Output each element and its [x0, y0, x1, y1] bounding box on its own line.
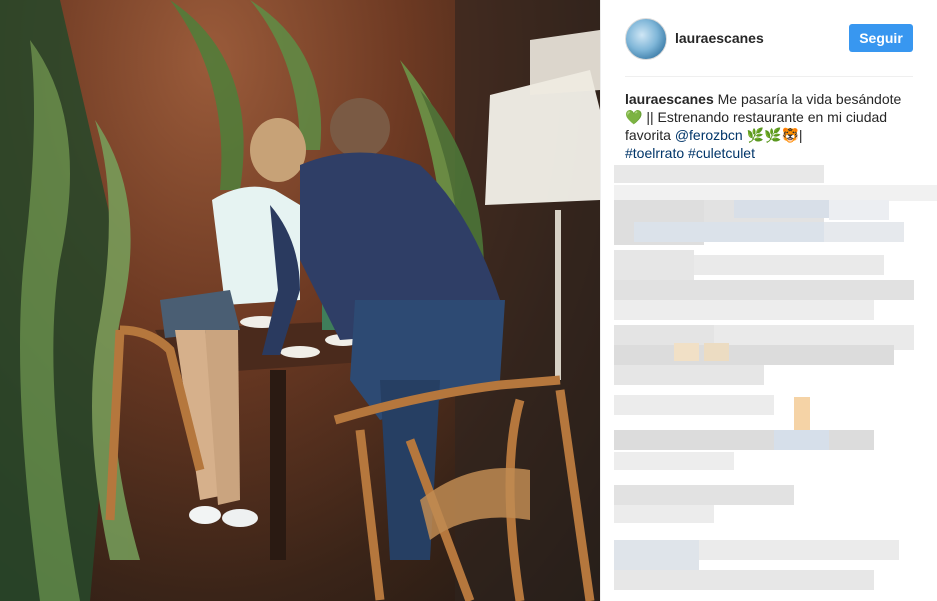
instagram-post-view: lauraescanes Seguir lauraescanes Me pasa…: [0, 0, 937, 601]
caption-username[interactable]: lauraescanes: [625, 91, 714, 107]
caption: lauraescanes Me pasaría la vida besándot…: [625, 90, 915, 162]
username[interactable]: lauraescanes: [675, 30, 764, 46]
post-photo[interactable]: [0, 0, 600, 601]
caption-emojis: 🌿🌿🐯|: [746, 127, 803, 143]
heart-emoji: 💚: [625, 109, 643, 125]
blurred-comments: [614, 165, 937, 601]
mention-link[interactable]: @ferozbcn: [675, 127, 743, 143]
caption-text-1: Me pasaría la vida besándote: [717, 91, 902, 107]
follow-button[interactable]: Seguir: [849, 24, 913, 52]
photo-illustration: [0, 0, 600, 601]
avatar[interactable]: [625, 18, 667, 60]
post-header: lauraescanes Seguir: [625, 16, 913, 77]
hashtag-link-1[interactable]: #toelrrato: [625, 145, 684, 161]
hashtag-link-2[interactable]: #culetculet: [688, 145, 755, 161]
